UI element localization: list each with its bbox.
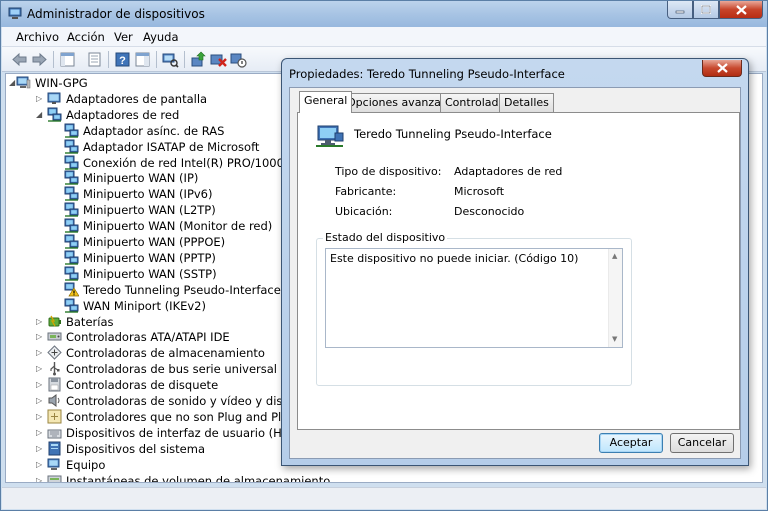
minimize-icon xyxy=(675,10,685,13)
back-arrow-icon[interactable] xyxy=(11,51,28,68)
device-type-label: Tipo de dispositivo: xyxy=(335,165,442,178)
expand-arrow-icon[interactable]: ▷ xyxy=(36,444,42,453)
location-label: Ubicación: xyxy=(335,205,393,218)
tab-detalles[interactable]: Detalles xyxy=(499,93,554,112)
tree-node-label: Controladoras de disquete xyxy=(66,378,219,393)
tree-node-label: Dispositivos del sistema xyxy=(66,441,205,456)
tree-node-label: Adaptador ISATAP de Microsoft xyxy=(83,139,260,154)
scroll-down-arrow-icon[interactable]: ▼ xyxy=(612,335,617,343)
expand-arrow-icon[interactable]: ▷ xyxy=(36,428,42,437)
expand-arrow-icon[interactable]: ▷ xyxy=(36,348,42,357)
scroll-up-arrow-icon[interactable]: ▲ xyxy=(612,252,617,260)
tree-node-label: Dispositivos de interfaz de usuario (HID… xyxy=(66,425,299,440)
tree-node-label: Equipo xyxy=(66,457,106,472)
tree-node-label: Controladoras de almacenamiento xyxy=(66,346,265,361)
expand-arrow-icon[interactable]: ▷ xyxy=(36,332,42,341)
device-status-text[interactable]: Este dispositivo no puede iniciar. (Códi… xyxy=(325,248,623,348)
close-button[interactable] xyxy=(719,1,763,19)
dialog-close-button[interactable] xyxy=(702,60,742,77)
disable-device-icon[interactable] xyxy=(230,51,247,68)
update-driver-icon[interactable] xyxy=(190,51,207,68)
close-icon xyxy=(735,4,747,15)
properties-dialog: Propiedades: Teredo Tunneling Pseudo-Int… xyxy=(281,58,749,466)
cancel-button[interactable]: Cancelar xyxy=(670,433,734,453)
help-icon[interactable]: ? xyxy=(114,51,131,68)
close-icon xyxy=(716,63,728,73)
expand-arrow-icon[interactable]: ▷ xyxy=(36,460,42,469)
tree-node-label: Controladoras de bus serie universal xyxy=(66,362,277,377)
device-status-message: Este dispositivo no puede iniciar. (Códi… xyxy=(330,252,579,265)
collapse-arrow-icon[interactable]: ◢ xyxy=(36,110,42,119)
tree-node-label: Controladores que no son Plug and Play xyxy=(66,409,296,424)
tree-node-label: Minipuerto WAN (IPv6) xyxy=(83,187,213,202)
device-name: Teredo Tunneling Pseudo-Interface xyxy=(354,127,552,141)
tree-node-label: Conexión de red Intel(R) PRO/1000 MT xyxy=(83,155,305,170)
tree-node-label: Minipuerto WAN (PPTP) xyxy=(83,250,216,265)
device-status-heading: Estado del dispositivo xyxy=(323,231,448,244)
tree-node-label: Instantáneas de volumen de almacenamient… xyxy=(66,473,331,483)
menu-bar: Archivo Acción Ver Ayuda xyxy=(2,27,766,47)
status-bar xyxy=(2,487,766,509)
properties-sheet-icon[interactable] xyxy=(86,51,103,68)
expand-arrow-icon[interactable]: ▷ xyxy=(36,94,42,103)
tree-node-label: WAN Miniport (IKEv2) xyxy=(83,298,206,313)
tree-node-label: Minipuerto WAN (PPPOE) xyxy=(83,235,226,249)
expand-arrow-icon[interactable]: ▷ xyxy=(36,317,42,326)
manufacturer-value: Microsoft xyxy=(454,185,505,198)
expand-arrow-icon[interactable]: ▷ xyxy=(36,412,42,421)
expand-arrow-icon[interactable]: ▷ xyxy=(36,364,42,373)
manufacturer-label: Fabricante: xyxy=(335,185,397,198)
tree-node-label: Adaptador asínc. de RAS xyxy=(83,123,225,138)
console-tree-icon[interactable] xyxy=(59,51,76,68)
tree-node-label: Baterías xyxy=(66,314,114,329)
uninstall-device-icon[interactable] xyxy=(210,51,227,68)
action-pane-icon[interactable] xyxy=(134,51,151,68)
menu-ayuda[interactable]: Ayuda xyxy=(143,30,179,44)
tab-general[interactable]: General xyxy=(299,91,353,113)
tree-node-label: Adaptadores de pantalla xyxy=(66,91,208,106)
menu-archivo[interactable]: Archivo xyxy=(16,30,59,44)
device-type-value: Adaptadores de red xyxy=(454,165,563,178)
tree-node-label: Controladoras ATA/ATAPI IDE xyxy=(66,330,230,345)
tree-node-label: Adaptadores de red xyxy=(66,107,180,122)
tree-node-label: Minipuerto WAN (L2TP) xyxy=(83,203,216,218)
dialog-title: Propiedades: Teredo Tunneling Pseudo-Int… xyxy=(289,67,565,81)
location-value: Desconocido xyxy=(454,205,525,218)
expand-arrow-icon[interactable]: ▷ xyxy=(36,380,42,389)
network-adapter-icon xyxy=(316,125,344,147)
device-manager-app-icon xyxy=(8,7,22,19)
tree-node-label: Minipuerto WAN (Monitor de red) xyxy=(83,219,273,234)
tree-node-label: Minipuerto WAN (IP) xyxy=(83,171,199,186)
scan-hardware-icon[interactable] xyxy=(162,51,179,68)
minimize-button[interactable] xyxy=(667,1,693,19)
menu-ver[interactable]: Ver xyxy=(114,30,133,44)
maximize-icon xyxy=(701,5,711,14)
tree-node-label: Minipuerto WAN (SSTP) xyxy=(83,266,217,281)
dialog-body: General Opciones avanzadas Controlador D… xyxy=(289,87,741,459)
tree-node-label: Teredo Tunneling Pseudo-Interface xyxy=(83,282,281,297)
expand-arrow-icon[interactable]: ▷ xyxy=(36,396,42,405)
status-scrollbar[interactable]: ▲ ▼ xyxy=(608,249,622,347)
forward-arrow-icon[interactable] xyxy=(31,51,48,68)
collapse-arrow-icon[interactable]: ◢ xyxy=(9,78,15,87)
device-status-group: Estado del dispositivo Este dispositivo … xyxy=(316,231,632,386)
svg-text:?: ? xyxy=(119,55,126,67)
title-bar[interactable]: Administrador de dispositivos xyxy=(1,1,767,27)
window-title: Administrador de dispositivos xyxy=(27,7,205,21)
maximize-button[interactable] xyxy=(693,1,719,19)
general-tab-panel: Teredo Tunneling Pseudo-Interface Tipo d… xyxy=(297,112,740,430)
menu-accion[interactable]: Acción xyxy=(67,30,105,44)
expand-arrow-icon[interactable]: ▷ xyxy=(36,476,42,483)
ok-button[interactable]: Aceptar xyxy=(599,433,663,453)
tree-root-label: WIN-GPG xyxy=(35,76,88,90)
